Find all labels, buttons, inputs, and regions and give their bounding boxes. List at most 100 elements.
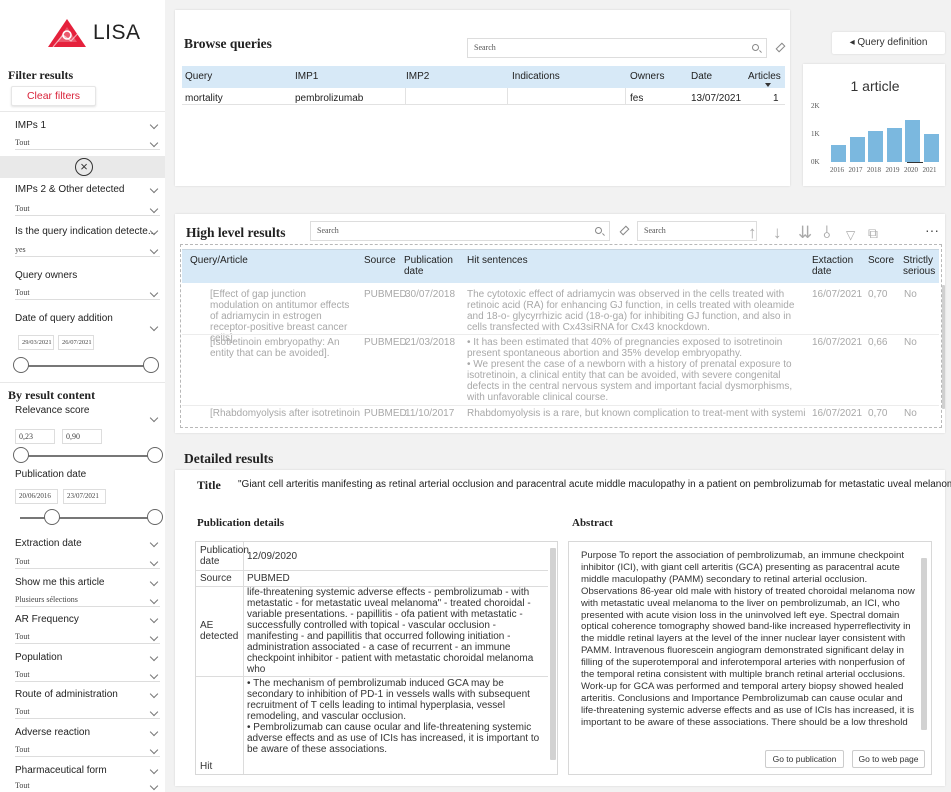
focus-mode-icon[interactable]: ⧉ [868, 224, 878, 242]
cell-serious: No [904, 289, 917, 300]
column-header[interactable]: Query [185, 71, 212, 82]
filter-label-imps2: IMPs 2 & Other detected [15, 184, 125, 195]
filter-dropdown-show-article[interactable]: Plusieurs sélections [15, 595, 160, 607]
filter-dropdown-adverse-reaction[interactable]: Tout [15, 745, 160, 757]
filter-icon[interactable]: ▽ [846, 226, 855, 244]
chart-bar[interactable] [849, 137, 865, 162]
chevron-down-icon[interactable] [149, 782, 159, 792]
chart-bar[interactable] [886, 128, 902, 162]
expand-all-icon[interactable]: ⇊ [798, 224, 812, 242]
chevron-down-icon[interactable] [149, 596, 159, 606]
query-definition-button[interactable]: ◂ Query definition [832, 32, 945, 54]
chevron-down-icon[interactable] [149, 746, 159, 756]
filter-results-heading: Filter results [8, 68, 74, 82]
cell-article[interactable]: [Effect of gap junction modulation on an… [210, 289, 355, 344]
chevron-down-icon[interactable] [149, 139, 159, 149]
chevron-down-icon[interactable] [149, 205, 159, 215]
chevron-down-icon[interactable] [149, 414, 159, 424]
chevron-down-icon[interactable] [149, 246, 159, 256]
sort-descending-icon[interactable]: ↓ [773, 224, 782, 242]
filter-label-adverse-reaction: Adverse reaction [15, 727, 91, 738]
column-header[interactable]: IMP1 [295, 71, 318, 82]
vertical-scrollbar[interactable] [942, 285, 945, 409]
pubdate-from-input[interactable]: 20/06/2016 [15, 489, 58, 504]
column-header[interactable]: IMP2 [406, 71, 429, 82]
filter-dropdown-ar-frequency[interactable]: Tout [15, 632, 160, 644]
filter-dropdown-query-owners[interactable]: Tout [15, 288, 160, 300]
column-header[interactable]: Extaction date [812, 255, 854, 277]
slider-handle-min[interactable] [44, 509, 60, 525]
go-to-publication-button[interactable]: Go to publication [765, 750, 844, 768]
relevance-max-input[interactable]: 0,90 [62, 429, 102, 444]
filter-dropdown-extraction-date[interactable]: Tout [15, 557, 160, 569]
column-header[interactable]: Indications [512, 71, 560, 82]
column-header[interactable]: Source [364, 255, 396, 266]
slider-handle-max[interactable] [147, 447, 163, 463]
label-hit: Hit [200, 761, 213, 772]
chart-bar[interactable] [831, 145, 846, 162]
clear-filters-button[interactable]: Clear filters [11, 86, 96, 106]
chevron-down-icon[interactable] [149, 728, 159, 738]
column-header[interactable]: Date [691, 71, 712, 82]
column-header[interactable]: Score [868, 255, 894, 266]
column-header[interactable]: Query/Article [190, 255, 248, 266]
table-row[interactable]: mortality pembrolizumab fes 13/07/2021 1 [182, 88, 785, 105]
filter-dropdown-indication[interactable]: yes [15, 245, 160, 257]
filter-dropdown-imps2[interactable]: Tout [15, 204, 160, 216]
chevron-down-icon[interactable] [149, 539, 159, 549]
slider-handle-min[interactable] [13, 357, 29, 373]
filter-dropdown-pharma-form[interactable]: Tout [15, 781, 160, 792]
drill-down-icon[interactable]: ⫰ [823, 224, 830, 242]
high-level-search-input[interactable]: Search [310, 221, 610, 241]
browse-search-input[interactable]: Search [467, 38, 767, 58]
chevron-down-icon[interactable] [149, 289, 159, 299]
chevron-down-icon[interactable] [149, 323, 159, 333]
column-header[interactable]: Articles [748, 71, 781, 82]
vertical-scrollbar[interactable] [550, 548, 556, 760]
logo-text: LISA [93, 21, 141, 44]
chevron-down-icon[interactable] [149, 708, 159, 718]
go-to-web-page-button[interactable]: Go to web page [852, 750, 925, 768]
column-header[interactable]: Hit sentences [467, 255, 528, 266]
slider-handle-max[interactable] [143, 357, 159, 373]
chevron-down-icon[interactable] [149, 227, 159, 237]
vertical-scrollbar[interactable] [921, 558, 927, 730]
chart-bar[interactable] [923, 134, 939, 162]
table-row[interactable]: [Rhabdomyolysis after isotretinoin PUBME… [182, 406, 939, 423]
chart-bar[interactable] [905, 120, 920, 162]
chevron-down-icon[interactable] [149, 690, 159, 700]
chevron-down-icon[interactable] [149, 653, 159, 663]
relevance-min-input[interactable]: 0,23 [15, 429, 55, 444]
cell-extraction-date: 16/07/2021 [812, 337, 863, 348]
date-to-input[interactable]: 26/07/2021 [58, 335, 94, 350]
close-icon[interactable]: × [75, 158, 93, 176]
slider-handle-max[interactable] [147, 509, 163, 525]
filter-dropdown-population[interactable]: Tout [15, 670, 160, 682]
column-header[interactable]: Strictly serious [903, 255, 939, 277]
chart-bar[interactable] [868, 131, 883, 162]
chevron-down-icon[interactable] [149, 766, 159, 776]
column-header[interactable]: Owners [630, 71, 664, 82]
chevron-down-icon[interactable] [149, 615, 159, 625]
date-from-input[interactable]: 29/03/2021 [18, 335, 54, 350]
chevron-down-icon[interactable] [149, 121, 159, 131]
filter-dropdown-route[interactable]: Tout [15, 707, 160, 719]
sort-ascending-icon[interactable]: ↑ [748, 224, 757, 242]
column-header[interactable]: Publication date [404, 255, 453, 277]
pubdate-to-input[interactable]: 23/07/2021 [63, 489, 106, 504]
search-icon[interactable] [752, 44, 759, 51]
cell-article[interactable]: [Isotretinoin embryopathy: An entity tha… [210, 337, 355, 359]
chevron-down-icon[interactable] [149, 578, 159, 588]
chevron-down-icon[interactable] [149, 185, 159, 195]
chevron-down-icon[interactable] [149, 671, 159, 681]
more-options-icon[interactable]: ··· [925, 221, 939, 239]
slider-handle-min[interactable] [13, 447, 29, 463]
label-ae-detected: AE detected [200, 620, 239, 642]
chevron-down-icon[interactable] [149, 633, 159, 643]
abstract-heading: Abstract [572, 517, 613, 529]
high-level-search2-input[interactable]: Search [637, 221, 757, 241]
cell-article[interactable]: [Rhabdomyolysis after isotretinoin [210, 408, 365, 419]
chevron-down-icon[interactable] [149, 558, 159, 568]
filter-dropdown-imps1[interactable]: Tout [15, 138, 160, 150]
search-icon[interactable] [595, 227, 602, 234]
